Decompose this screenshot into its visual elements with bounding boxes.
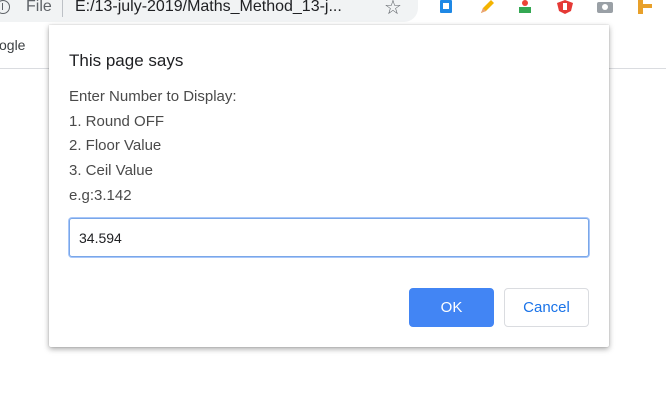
extension-icon[interactable] xyxy=(636,0,654,14)
extension-icon[interactable] xyxy=(516,0,534,14)
camera-icon[interactable] xyxy=(596,0,614,14)
address-bar[interactable]: File E:/13-july-2019/Maths_Method_13-j..… xyxy=(0,0,418,22)
address-divider xyxy=(62,0,63,17)
prompt-dialog: This page says Enter Number to Display: … xyxy=(49,25,609,347)
url-text[interactable]: E:/13-july-2019/Maths_Method_13-j... xyxy=(75,0,342,16)
message-line: e.g:3.142 xyxy=(69,187,132,204)
extension-icon[interactable] xyxy=(438,0,456,14)
prompt-input[interactable] xyxy=(69,218,589,257)
message-line: 1. Round OFF xyxy=(69,113,165,130)
browser-toolbar: File E:/13-july-2019/Maths_Method_13-j..… xyxy=(0,0,666,22)
ok-button[interactable]: OK xyxy=(409,288,494,327)
message-line: 3. Ceil Value xyxy=(69,162,153,179)
dialog-title: This page says xyxy=(69,51,184,70)
bookmark-item[interactable]: ogle xyxy=(0,37,25,53)
shield-icon[interactable] xyxy=(556,0,574,14)
message-line: Enter Number to Display: xyxy=(69,88,237,105)
message-line: 2. Floor Value xyxy=(69,137,162,154)
star-icon[interactable]: ☆ xyxy=(384,0,402,20)
cancel-button[interactable]: Cancel xyxy=(504,288,589,327)
pencil-icon[interactable] xyxy=(478,0,496,14)
file-label: File xyxy=(26,0,52,15)
info-icon[interactable] xyxy=(0,0,10,14)
